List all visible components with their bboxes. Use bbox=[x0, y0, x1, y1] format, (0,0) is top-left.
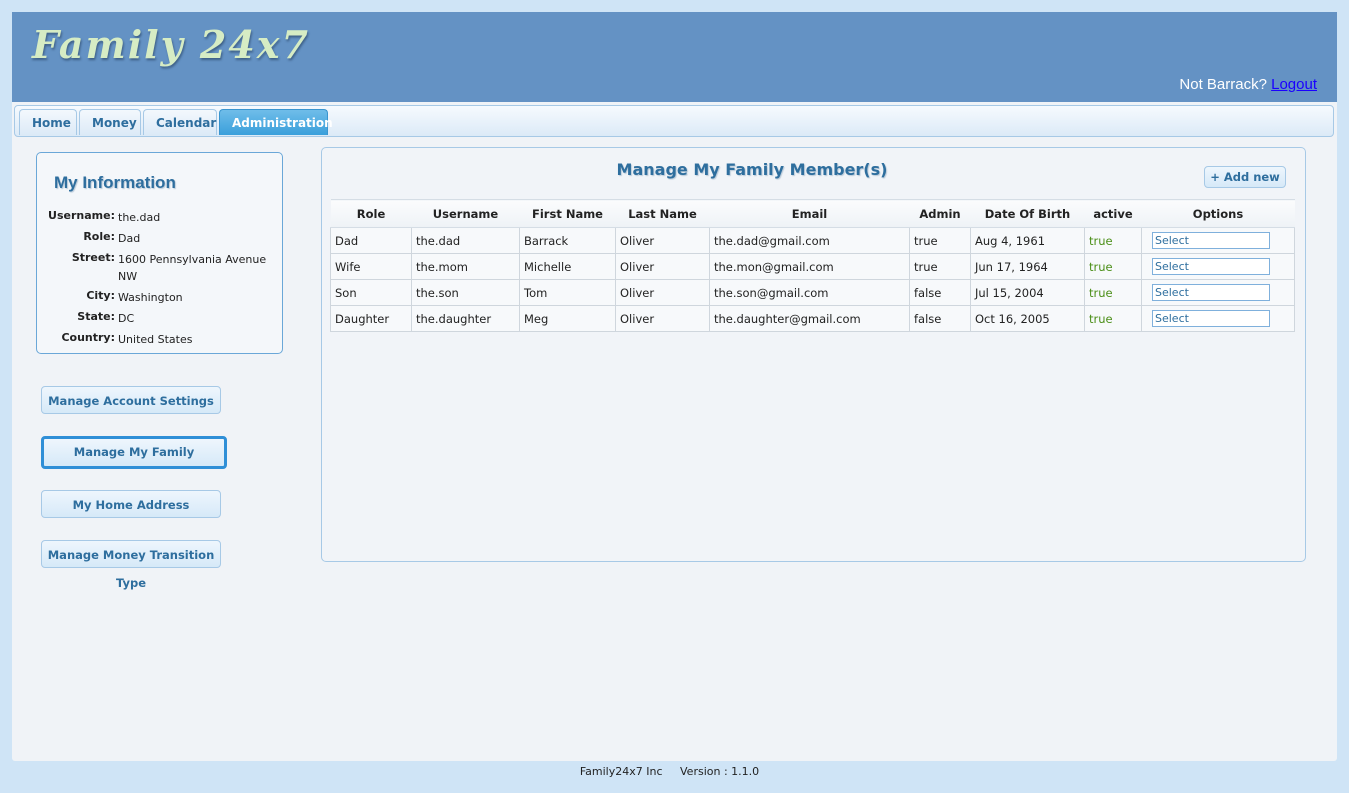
cell-email: the.dad@gmail.com bbox=[709, 227, 910, 254]
cell-active: true bbox=[1084, 227, 1142, 254]
user-box: Not Barrack? Logout bbox=[1179, 76, 1317, 93]
cell-last-name: Oliver bbox=[615, 227, 710, 254]
logout-link[interactable]: Logout bbox=[1271, 76, 1317, 93]
my-home-address-button[interactable]: My Home Address bbox=[41, 490, 221, 518]
table-row[interactable]: Daughter the.daughter Meg Oliver the.dau… bbox=[330, 305, 1295, 332]
table-row[interactable]: Dad the.dad Barrack Oliver the.dad@gmail… bbox=[330, 227, 1295, 254]
info-value: Dad bbox=[118, 232, 141, 245]
info-label: City: bbox=[86, 289, 115, 302]
cell-options: Select bbox=[1141, 253, 1295, 280]
add-new-button[interactable]: + Add new bbox=[1204, 166, 1286, 188]
info-label: Username: bbox=[48, 209, 115, 222]
cell-role: Daughter bbox=[330, 305, 412, 332]
cell-first-name: Michelle bbox=[519, 253, 616, 280]
cell-role: Son bbox=[330, 279, 412, 306]
panel-title: Manage My Family Member(s) bbox=[616, 160, 888, 179]
table-row[interactable]: Son the.son Tom Oliver the.son@gmail.com… bbox=[330, 279, 1295, 306]
info-value: 1600 Pennsylvania Avenue NW bbox=[118, 253, 267, 283]
info-value: the.dad bbox=[118, 211, 161, 224]
options-select[interactable]: Select bbox=[1152, 258, 1270, 275]
cell-options: Select bbox=[1141, 279, 1295, 306]
page-container: Family 24x7 Not Barrack? Logout Home Mon… bbox=[12, 12, 1337, 761]
cell-first-name: Tom bbox=[519, 279, 616, 306]
column-header-first-name[interactable]: First Name bbox=[519, 199, 616, 228]
footer-version: Version : 1.1.0 bbox=[680, 765, 760, 778]
info-value: United States bbox=[118, 333, 193, 346]
cell-username: the.son bbox=[411, 279, 520, 306]
family-members-panel: Manage My Family Member(s) + Add new Rol… bbox=[321, 147, 1306, 562]
options-select[interactable]: Select bbox=[1152, 310, 1270, 327]
info-label: Country: bbox=[61, 331, 115, 344]
column-header-username[interactable]: Username bbox=[411, 199, 520, 228]
cell-admin: false bbox=[909, 279, 971, 306]
cell-first-name: Barrack bbox=[519, 227, 616, 254]
cell-date-of-birth: Aug 4, 1961 bbox=[970, 227, 1085, 254]
column-header-last-name[interactable]: Last Name bbox=[615, 199, 710, 228]
cell-first-name: Meg bbox=[519, 305, 616, 332]
cell-options: Select bbox=[1141, 305, 1295, 332]
main-nav: Home Money Calendar Administration bbox=[14, 105, 1334, 137]
table-row[interactable]: Wife the.mom Michelle Oliver the.mon@gma… bbox=[330, 253, 1295, 280]
my-information-title: My Information bbox=[54, 173, 176, 192]
cell-last-name: Oliver bbox=[615, 305, 710, 332]
manage-money-transition-type-button[interactable]: Manage Money Transition Type bbox=[41, 540, 221, 590]
app-logo: Family 24x7 bbox=[32, 22, 310, 67]
column-header-email[interactable]: Email bbox=[709, 199, 910, 228]
cell-active: true bbox=[1084, 279, 1142, 306]
cell-username: the.dad bbox=[411, 227, 520, 254]
options-select[interactable]: Select bbox=[1152, 232, 1270, 249]
cell-date-of-birth: Jul 15, 2004 bbox=[970, 279, 1085, 306]
cell-date-of-birth: Jun 17, 1964 bbox=[970, 253, 1085, 280]
manage-my-family-button[interactable]: Manage My Family bbox=[41, 436, 227, 469]
column-header-admin[interactable]: Admin bbox=[909, 199, 971, 228]
cell-username: the.mom bbox=[411, 253, 520, 280]
cell-last-name: Oliver bbox=[615, 279, 710, 306]
footer-company: Family24x7 Inc bbox=[579, 765, 663, 778]
info-label: Street: bbox=[71, 251, 115, 264]
table-header-row: Role Username First Name Last Name Email… bbox=[330, 199, 1295, 228]
cell-admin: true bbox=[909, 253, 971, 280]
cell-email: the.son@gmail.com bbox=[709, 279, 910, 306]
tab-money[interactable]: Money bbox=[79, 109, 141, 135]
cell-admin: false bbox=[909, 305, 971, 332]
options-select[interactable]: Select bbox=[1152, 284, 1270, 301]
info-label: Role: bbox=[83, 230, 115, 243]
info-value: DC bbox=[118, 312, 135, 325]
family-members-table: Role Username First Name Last Name Email… bbox=[330, 199, 1295, 332]
tab-home[interactable]: Home bbox=[19, 109, 77, 135]
user-prompt: Not Barrack? bbox=[1179, 76, 1267, 93]
column-header-active[interactable]: active bbox=[1084, 199, 1142, 228]
tab-administration[interactable]: Administration bbox=[219, 109, 333, 135]
tab-calendar[interactable]: Calendar bbox=[143, 109, 217, 135]
cell-role: Wife bbox=[330, 253, 412, 280]
cell-email: the.mon@gmail.com bbox=[709, 253, 910, 280]
cell-date-of-birth: Oct 16, 2005 bbox=[970, 305, 1085, 332]
footer: Family24x7 Inc Version : 1.1.0 bbox=[0, 765, 1339, 778]
manage-account-settings-button[interactable]: Manage Account Settings bbox=[41, 386, 221, 414]
info-value: Washington bbox=[118, 291, 183, 304]
cell-admin: true bbox=[909, 227, 971, 254]
column-header-options[interactable]: Options bbox=[1141, 199, 1295, 228]
cell-active: true bbox=[1084, 305, 1142, 332]
header: Family 24x7 Not Barrack? Logout bbox=[12, 12, 1337, 102]
info-label: State: bbox=[77, 310, 115, 323]
my-information-box: My Information Username: the.dad Role: D… bbox=[36, 152, 283, 354]
cell-last-name: Oliver bbox=[615, 253, 710, 280]
column-header-date-of-birth[interactable]: Date Of Birth bbox=[970, 199, 1085, 228]
column-header-role[interactable]: Role bbox=[330, 199, 412, 228]
cell-active: true bbox=[1084, 253, 1142, 280]
cell-email: the.daughter@gmail.com bbox=[709, 305, 910, 332]
cell-role: Dad bbox=[330, 227, 412, 254]
cell-username: the.daughter bbox=[411, 305, 520, 332]
cell-options: Select bbox=[1141, 227, 1295, 254]
